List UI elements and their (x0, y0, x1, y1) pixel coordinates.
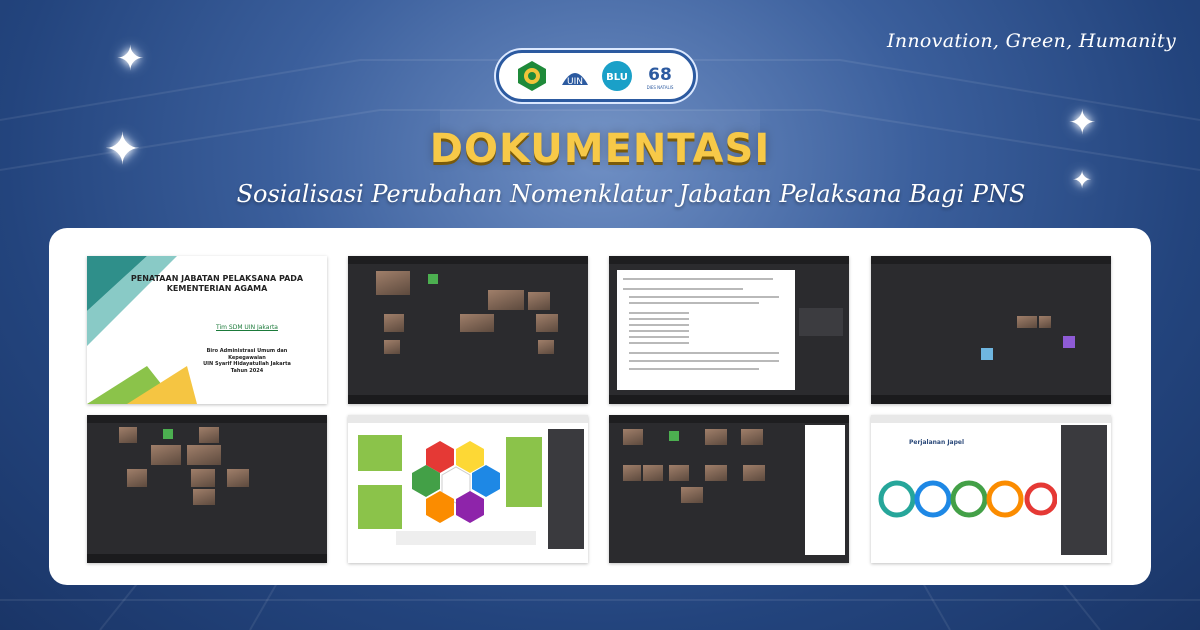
svg-text:UIN: UIN (567, 77, 583, 87)
gallery-panel: PENATAAN JABATAN PELAKSANA PADA KEMENTER… (49, 228, 1151, 585)
screenshot-document-share[interactable] (609, 256, 849, 404)
tagline: Innovation, Green, Humanity (887, 30, 1176, 52)
page-subtitle: Sosialisasi Perubahan Nomenklatur Jabata… (236, 180, 1026, 208)
slide-org: Biro Administrasi Umum dan Kepegawaian U… (203, 348, 291, 374)
screenshot-infographic-hexagons[interactable] (348, 415, 588, 563)
screenshot-meeting-grid-4[interactable] (609, 415, 849, 563)
slide-team: Tim SDM UIN Jakarta (216, 324, 278, 331)
screenshot-meeting-grid-1[interactable] (348, 256, 588, 404)
slide-title: PENATAAN JABATAN PELAKSANA PADA KEMENTER… (130, 274, 304, 293)
svg-text:BLU: BLU (606, 72, 628, 83)
screenshot-meeting-grid-2[interactable] (871, 256, 1111, 404)
svg-text:68: 68 (648, 65, 672, 85)
kemenag-logo (514, 58, 550, 94)
screenshot-perjalanan-japel[interactable]: Perjalanan Japel (871, 415, 1111, 563)
logo-bar: UIN BLU 68 DIES NATALIS (496, 50, 696, 102)
uin-logo: UIN (557, 58, 593, 94)
screenshot-meeting-grid-3[interactable] (87, 415, 327, 563)
dies-natalis-logo: 68 DIES NATALIS (642, 58, 678, 94)
page-title: DOKUMENTASI (429, 126, 771, 172)
screenshot-title-slide[interactable]: PENATAAN JABATAN PELAKSANA PADA KEMENTER… (87, 256, 327, 404)
svg-text:DIES NATALIS: DIES NATALIS (646, 85, 673, 90)
sparkle-icon: ✦ (116, 39, 145, 79)
blu-logo: BLU (599, 58, 635, 94)
slide-heading: Perjalanan Japel (909, 439, 965, 446)
